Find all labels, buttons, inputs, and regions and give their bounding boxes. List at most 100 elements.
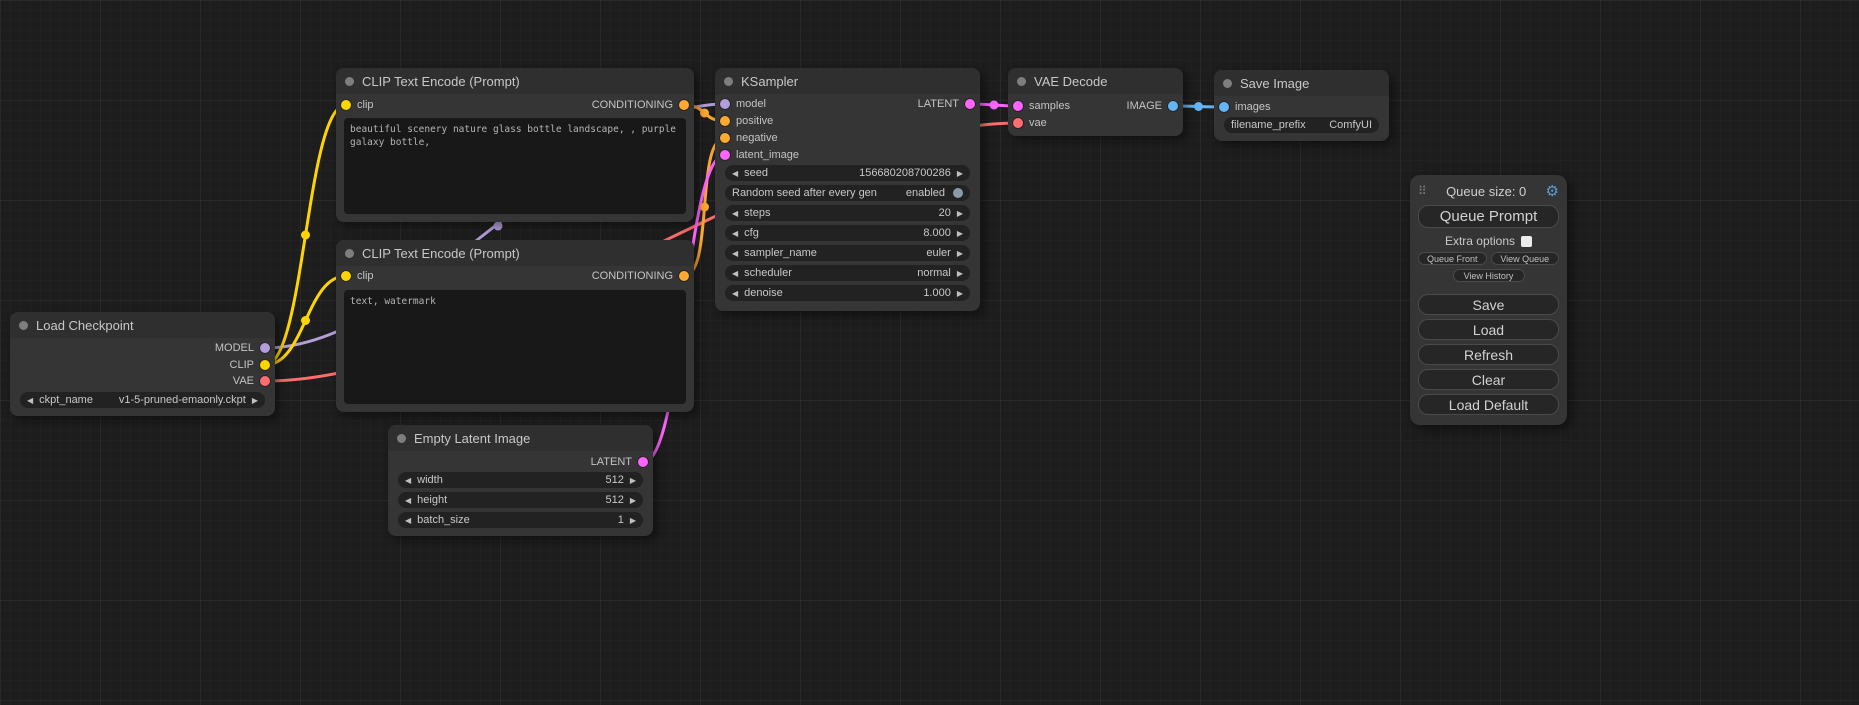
node-empty-latent-image[interactable]: Empty Latent Image LATENT ◀ width 512 ▶ …: [388, 425, 653, 536]
collapse-dot-icon[interactable]: [724, 77, 733, 86]
left-arrow-icon[interactable]: ◀: [732, 269, 738, 278]
wire-clip-negative: [265, 276, 346, 365]
clear-button[interactable]: Clear: [1418, 369, 1559, 390]
model-port-dot[interactable]: [260, 343, 270, 353]
queue-prompt-button[interactable]: Queue Prompt: [1418, 205, 1559, 228]
collapse-dot-icon[interactable]: [397, 434, 406, 443]
drag-handle-icon[interactable]: ⠿: [1418, 184, 1427, 198]
conditioning-port-dot[interactable]: [720, 133, 730, 143]
width-widget[interactable]: ◀ width 512 ▶: [398, 472, 643, 488]
ckpt-name-widget[interactable]: ◀ ckpt_name v1-5-pruned-emaonly.ckpt ▶: [20, 392, 265, 408]
node-header[interactable]: Save Image: [1214, 70, 1389, 96]
toggle-dot-icon[interactable]: [953, 188, 963, 198]
menu-panel[interactable]: ⠿ Queue size: 0 ⚙ Queue Prompt Extra opt…: [1410, 175, 1567, 425]
gear-icon[interactable]: ⚙: [1546, 184, 1559, 199]
clip-port-dot[interactable]: [341, 100, 351, 110]
right-arrow-icon[interactable]: ▶: [252, 396, 258, 405]
left-arrow-icon[interactable]: ◀: [405, 476, 411, 485]
sampler-name-widget[interactable]: ◀ sampler_name euler ▶: [725, 245, 970, 261]
collapse-dot-icon[interactable]: [1223, 79, 1232, 88]
conditioning-port-dot[interactable]: [679, 271, 689, 281]
node-header[interactable]: CLIP Text Encode (Prompt): [336, 240, 694, 266]
left-arrow-icon[interactable]: ◀: [732, 249, 738, 258]
conditioning-port-dot[interactable]: [679, 100, 689, 110]
seed-widget[interactable]: ◀ seed 156680208700286 ▶: [725, 165, 970, 181]
collapse-dot-icon[interactable]: [1017, 77, 1026, 86]
widget-value: 512: [605, 494, 623, 506]
node-header[interactable]: Empty Latent Image: [388, 425, 653, 451]
port-label: positive: [736, 115, 773, 127]
left-arrow-icon[interactable]: ◀: [732, 229, 738, 238]
prompt-text-area[interactable]: beautiful scenery nature glass bottle la…: [344, 118, 686, 214]
vae-port-dot[interactable]: [260, 376, 270, 386]
latent-port-dot[interactable]: [1013, 101, 1023, 111]
load-default-button[interactable]: Load Default: [1418, 394, 1559, 415]
prompt-text-area[interactable]: text, watermark: [344, 290, 686, 404]
collapse-dot-icon[interactable]: [345, 77, 354, 86]
load-button[interactable]: Load: [1418, 319, 1559, 340]
right-arrow-icon[interactable]: ▶: [630, 496, 636, 505]
steps-widget[interactable]: ◀ steps 20 ▶: [725, 205, 970, 221]
latent-port-dot[interactable]: [965, 99, 975, 109]
clip-port-dot[interactable]: [341, 271, 351, 281]
node-header[interactable]: VAE Decode: [1008, 68, 1183, 94]
right-arrow-icon[interactable]: ▶: [957, 249, 963, 258]
collapse-dot-icon[interactable]: [345, 249, 354, 258]
input-port-vae: vae: [1013, 116, 1047, 130]
node-canvas[interactable]: Load Checkpoint MODEL CLIP VAE ◀ ckpt_na…: [0, 0, 1859, 705]
wire-conditioning-negative-midpoint-dot: [700, 203, 709, 212]
queue-front-button[interactable]: Queue Front: [1418, 252, 1487, 265]
output-port-clip: CLIP: [230, 358, 270, 372]
widget-label: Random seed after every gen: [732, 187, 877, 199]
extra-options-checkbox[interactable]: [1521, 236, 1532, 247]
model-port-dot[interactable]: [720, 99, 730, 109]
right-arrow-icon[interactable]: ▶: [630, 476, 636, 485]
batch-size-widget[interactable]: ◀ batch_size 1 ▶: [398, 512, 643, 528]
right-arrow-icon[interactable]: ▶: [630, 516, 636, 525]
height-widget[interactable]: ◀ height 512 ▶: [398, 492, 643, 508]
node-header[interactable]: KSampler: [715, 68, 980, 94]
right-arrow-icon[interactable]: ▶: [957, 289, 963, 298]
clip-port-dot[interactable]: [260, 360, 270, 370]
image-port-dot[interactable]: [1168, 101, 1178, 111]
menu-header: ⠿ Queue size: 0 ⚙: [1418, 181, 1559, 201]
collapse-dot-icon[interactable]: [19, 321, 28, 330]
node-load-checkpoint[interactable]: Load Checkpoint MODEL CLIP VAE ◀ ckpt_na…: [10, 312, 275, 416]
left-arrow-icon[interactable]: ◀: [732, 209, 738, 218]
view-queue-button[interactable]: View Queue: [1491, 252, 1560, 265]
left-arrow-icon[interactable]: ◀: [405, 516, 411, 525]
right-arrow-icon[interactable]: ▶: [957, 269, 963, 278]
node-header[interactable]: CLIP Text Encode (Prompt): [336, 68, 694, 94]
image-port-dot[interactable]: [1219, 102, 1229, 112]
filename-prefix-widget[interactable]: filename_prefix ComfyUI: [1224, 117, 1379, 133]
right-arrow-icon[interactable]: ▶: [957, 229, 963, 238]
scheduler-widget[interactable]: ◀ scheduler normal ▶: [725, 265, 970, 281]
node-ksampler[interactable]: KSampler model LATENT positive negative …: [715, 68, 980, 311]
node-save-image[interactable]: Save Image images filename_prefix ComfyU…: [1214, 70, 1389, 141]
left-arrow-icon[interactable]: ◀: [732, 289, 738, 298]
conditioning-port-dot[interactable]: [720, 116, 730, 126]
save-button[interactable]: Save: [1418, 294, 1559, 315]
cfg-widget[interactable]: ◀ cfg 8.000 ▶: [725, 225, 970, 241]
port-label: images: [1235, 101, 1270, 113]
node-clip-text-encode-positive[interactable]: CLIP Text Encode (Prompt) clip CONDITION…: [336, 68, 694, 222]
left-arrow-icon[interactable]: ◀: [27, 396, 33, 405]
left-arrow-icon[interactable]: ◀: [405, 496, 411, 505]
denoise-widget[interactable]: ◀ denoise 1.000 ▶: [725, 285, 970, 301]
history-row: View History: [1418, 269, 1559, 282]
latent-port-dot[interactable]: [720, 150, 730, 160]
left-arrow-icon[interactable]: ◀: [732, 169, 738, 178]
vae-port-dot[interactable]: [1013, 118, 1023, 128]
random-seed-toggle-widget[interactable]: Random seed after every gen enabled: [725, 185, 970, 201]
node-title: Empty Latent Image: [414, 431, 530, 446]
view-history-button[interactable]: View History: [1453, 269, 1525, 282]
wire-model-midpoint-dot: [494, 222, 503, 231]
node-clip-text-encode-negative[interactable]: CLIP Text Encode (Prompt) clip CONDITION…: [336, 240, 694, 412]
right-arrow-icon[interactable]: ▶: [957, 209, 963, 218]
refresh-button[interactable]: Refresh: [1418, 344, 1559, 365]
node-vae-decode[interactable]: VAE Decode samples IMAGE vae: [1008, 68, 1183, 136]
right-arrow-icon[interactable]: ▶: [957, 169, 963, 178]
widget-label: scheduler: [744, 267, 792, 279]
node-header[interactable]: Load Checkpoint: [10, 312, 275, 338]
latent-port-dot[interactable]: [638, 457, 648, 467]
